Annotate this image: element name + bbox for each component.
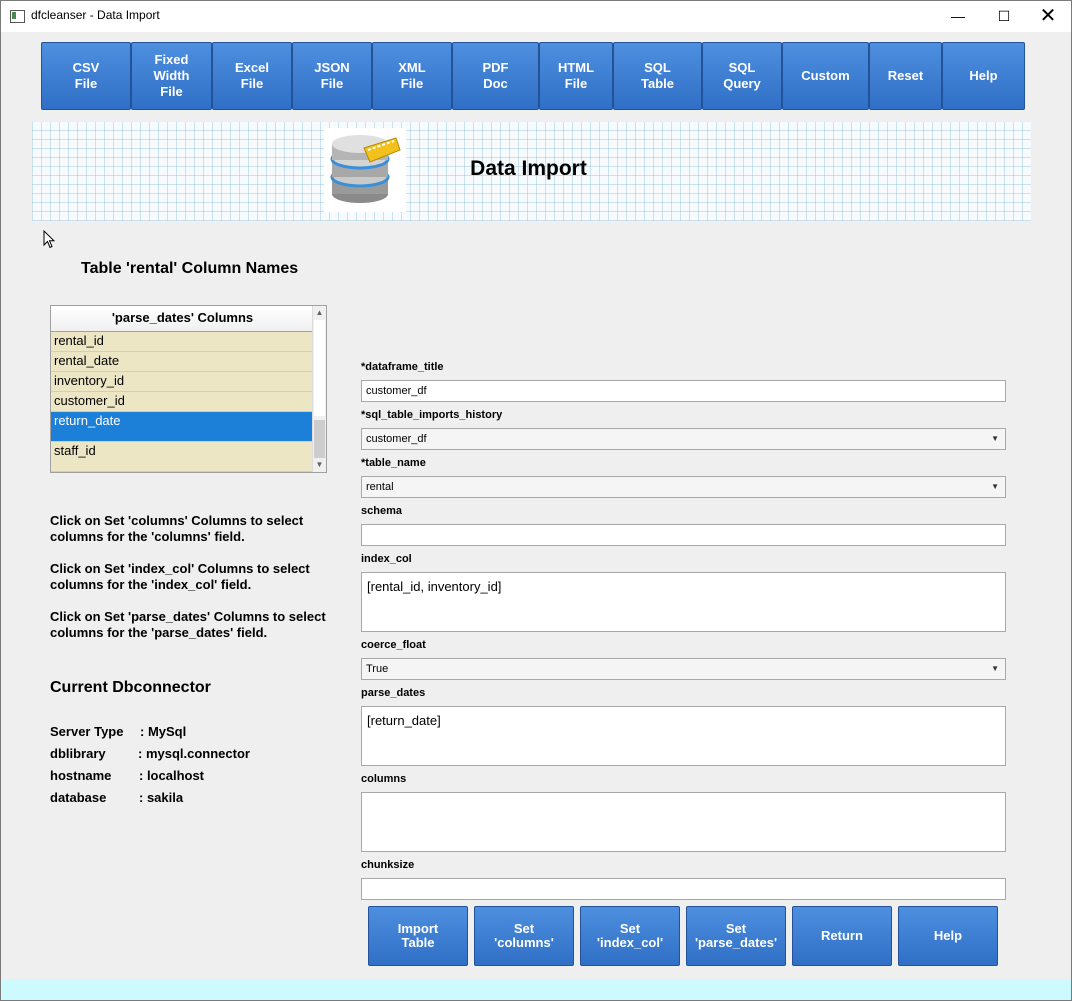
- sql-query-button[interactable]: SQL Query: [702, 42, 782, 110]
- columns-textarea[interactable]: [361, 792, 1006, 852]
- list-scrollbar[interactable]: ▲ ▼: [312, 306, 326, 472]
- sql-table-button[interactable]: SQL Table: [613, 42, 702, 110]
- parse-dates-textarea[interactable]: [return_date]: [361, 706, 1006, 766]
- return-button[interactable]: Return: [792, 906, 892, 966]
- list-item-staff-id[interactable]: staff_id: [51, 442, 314, 472]
- dbconnector-value: : mysql.connector: [138, 746, 250, 761]
- set-parse-dates-button[interactable]: Set 'parse_dates': [686, 906, 786, 966]
- schema-label: schema: [361, 505, 402, 517]
- parse-dates-label: parse_dates: [361, 687, 426, 699]
- status-strip: [2, 979, 1071, 1000]
- list-item-return-date[interactable]: return_date: [51, 412, 314, 442]
- table-columns-heading: Table 'rental' Column Names: [81, 260, 299, 277]
- index-col-textarea[interactable]: [rental_id, inventory_id]: [361, 572, 1006, 632]
- dbconnector-key: database: [50, 790, 107, 805]
- app-icon: [10, 10, 25, 23]
- help-text-parse-dates: Click on Set 'parse_dates' Columns to se…: [50, 609, 326, 640]
- list-item-customer-id[interactable]: customer_id: [51, 392, 314, 412]
- page-banner: Data Import: [32, 122, 1031, 221]
- dbconnector-value: : localhost: [139, 768, 205, 783]
- json-file-button[interactable]: JSON File: [292, 42, 372, 110]
- dbconnector-key: Server Type: [50, 724, 124, 739]
- html-file-button[interactable]: HTML File: [539, 42, 613, 110]
- sql-table-imports-history-label: *sql_table_imports_history: [361, 409, 503, 421]
- title-bar[interactable]: dfcleanser - Data Import — ☐ ✕: [1, 1, 1071, 32]
- coerce-float-value: True: [366, 663, 389, 675]
- list-item-rental-id[interactable]: rental_id: [51, 332, 314, 352]
- pdf-doc-button[interactable]: PDF Doc: [452, 42, 539, 110]
- import-table-button[interactable]: Import Table: [368, 906, 468, 966]
- table-name-label: *table_name: [361, 457, 426, 469]
- minimize-button[interactable]: —: [935, 1, 981, 32]
- help-nav-button[interactable]: Help: [942, 42, 1025, 110]
- chunksize-label: chunksize: [361, 859, 415, 871]
- table-name-select[interactable]: rental ▼: [361, 476, 1006, 498]
- import-type-toolbar: CSV File Fixed Width File Excel File JSO…: [41, 42, 1025, 112]
- csv-file-button[interactable]: CSV File: [41, 42, 131, 110]
- help-text-columns: Click on Set 'columns' Columns to select…: [50, 513, 304, 544]
- chevron-down-icon: ▼: [991, 482, 999, 491]
- set-index-col-button[interactable]: Set 'index_col': [580, 906, 680, 966]
- index-col-label: index_col: [361, 553, 412, 565]
- sql-table-imports-history-select[interactable]: customer_df ▼: [361, 428, 1006, 450]
- dataframe-title-input[interactable]: customer_df: [361, 380, 1006, 402]
- dbconnector-key: hostname: [50, 768, 112, 783]
- mouse-cursor-icon: [43, 230, 55, 249]
- chevron-down-icon: ▼: [991, 434, 999, 443]
- app-window: dfcleanser - Data Import — ☐ ✕ CSV File …: [0, 0, 1072, 1001]
- custom-button[interactable]: Custom: [782, 42, 869, 110]
- parse-dates-columns-list[interactable]: 'parse_dates' Columns rental_id rental_d…: [50, 305, 327, 473]
- list-header: 'parse_dates' Columns: [51, 306, 314, 332]
- dbconnector-title: Current Dbconnector: [50, 679, 211, 696]
- schema-input[interactable]: [361, 524, 1006, 546]
- chevron-down-icon: ▼: [991, 664, 999, 673]
- help-text-index-col: Click on Set 'index_col' Columns to sele…: [50, 561, 310, 592]
- list-item-inventory-id[interactable]: inventory_id: [51, 372, 314, 392]
- set-columns-button[interactable]: Set 'columns': [474, 906, 574, 966]
- coerce-float-label: coerce_float: [361, 639, 426, 651]
- scroll-down-arrow-icon[interactable]: ▼: [313, 458, 326, 472]
- scroll-thumb[interactable]: [314, 320, 325, 416]
- coerce-float-select[interactable]: True ▼: [361, 658, 1006, 680]
- excel-file-button[interactable]: Excel File: [212, 42, 292, 110]
- dbconnector-value: : sakila: [139, 790, 184, 805]
- column-list-rows: rental_id rental_date inventory_id custo…: [51, 332, 314, 472]
- banner-title: Data Import: [470, 157, 587, 180]
- scroll-track: [314, 420, 325, 458]
- maximize-button[interactable]: ☐: [981, 1, 1027, 32]
- columns-label: columns: [361, 773, 407, 785]
- list-item-rental-date[interactable]: rental_date: [51, 352, 314, 372]
- chunksize-input[interactable]: [361, 878, 1006, 900]
- xml-file-button[interactable]: XML File: [372, 42, 452, 110]
- scroll-up-arrow-icon[interactable]: ▲: [313, 306, 326, 320]
- dbconnector-key: dblibrary: [50, 746, 106, 761]
- sql-table-imports-history-value: customer_df: [366, 433, 427, 445]
- help-button[interactable]: Help: [898, 906, 998, 966]
- fixed-width-file-button[interactable]: Fixed Width File: [131, 42, 212, 110]
- dbconnector-value: : MySql: [140, 724, 187, 739]
- table-name-value: rental: [366, 481, 394, 493]
- close-button[interactable]: ✕: [1025, 1, 1071, 32]
- dataframe-title-label: *dataframe_title: [361, 361, 444, 373]
- window-title: dfcleanser - Data Import: [31, 8, 160, 22]
- reset-button[interactable]: Reset: [869, 42, 942, 110]
